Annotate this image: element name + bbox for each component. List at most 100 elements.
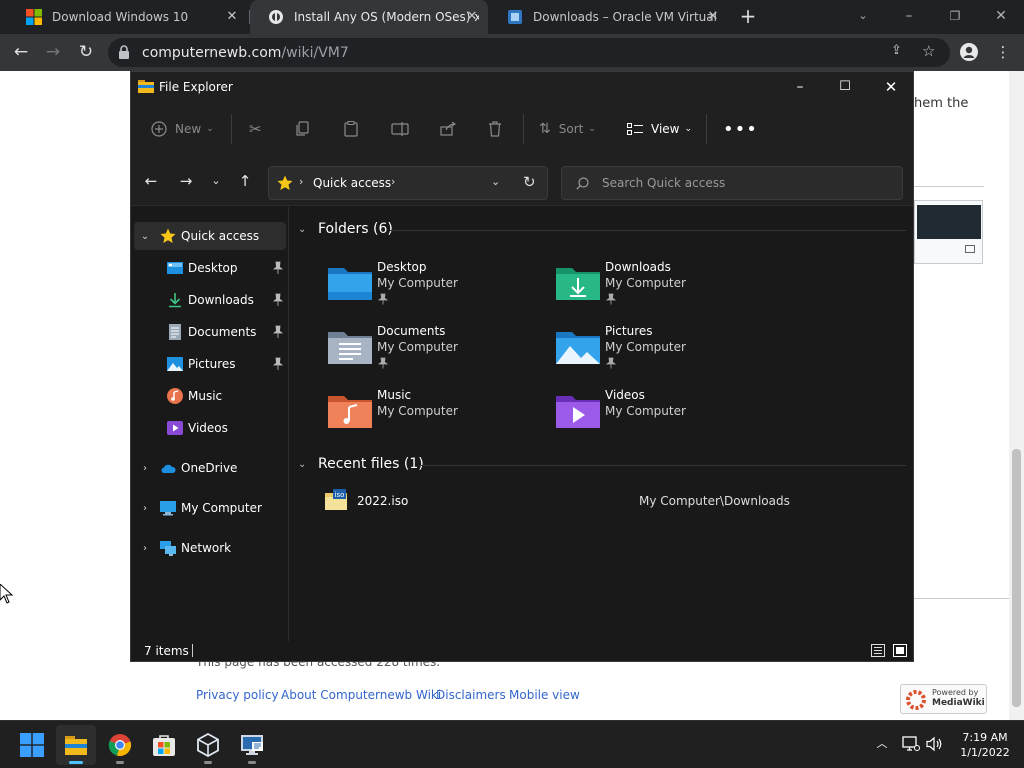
- taskbar-file-explorer[interactable]: [56, 725, 96, 765]
- chevron-down-icon[interactable]: ⌄: [298, 224, 312, 235]
- browser-back-button[interactable]: ←: [10, 41, 32, 63]
- close-tab-icon[interactable]: ✕: [224, 9, 240, 25]
- taskbar-windows-media-tool[interactable]: [232, 725, 272, 765]
- recent-locations-chevron-icon[interactable]: ⌄: [205, 170, 227, 192]
- powered-by-mediawiki-badge[interactable]: Powered by MediaWiki: [900, 684, 987, 714]
- breadcrumb-quick-access[interactable]: Quick access: [313, 176, 391, 190]
- sidebar-item-my-computer[interactable]: › My Computer: [131, 494, 287, 522]
- videos-folder-icon: [556, 396, 600, 428]
- back-button[interactable]: ←: [140, 170, 162, 192]
- footer-link-mobile-view[interactable]: Mobile view: [509, 688, 580, 702]
- footer-link-about[interactable]: About Computernewb Wiki: [281, 688, 441, 702]
- folder-tile-pictures[interactable]: Pictures My Computer: [555, 324, 775, 384]
- system-clock[interactable]: 7:19 AM 1/1/2022: [952, 730, 1018, 760]
- tray-overflow-chevron-icon[interactable]: ︿: [873, 735, 891, 753]
- close-tab-icon[interactable]: ✕: [705, 9, 721, 25]
- pin-icon[interactable]: [271, 261, 285, 275]
- profile-avatar-icon[interactable]: [960, 43, 978, 61]
- chevron-right-icon[interactable]: ›: [138, 503, 152, 514]
- tiles-view-icon[interactable]: [893, 644, 907, 657]
- explorer-titlebar[interactable]: File Explorer – ☐ ✕: [131, 72, 913, 102]
- sidebar-item-label: Network: [181, 541, 232, 555]
- address-history-chevron-icon[interactable]: ⌄: [491, 175, 500, 188]
- close-tab-icon[interactable]: ✕: [464, 9, 480, 25]
- share-icon[interactable]: ⇪: [891, 43, 902, 58]
- folder-tile-downloads[interactable]: Downloads My Computer: [555, 260, 775, 320]
- page-scrollbar[interactable]: [1009, 71, 1024, 720]
- chevron-right-icon[interactable]: ›: [138, 463, 152, 474]
- recent-files-section-header[interactable]: ⌄ Recent files (1): [298, 456, 424, 472]
- recent-file-row[interactable]: iso 2022.iso My Computer\Downloads: [310, 489, 900, 513]
- folder-tile-documents[interactable]: Documents My Computer: [327, 324, 547, 384]
- more-options-icon[interactable]: •••: [723, 118, 758, 140]
- browser-menu-icon[interactable]: ⋮: [992, 41, 1014, 63]
- enlarge-icon[interactable]: [965, 245, 975, 253]
- taskbar-chrome[interactable]: [100, 725, 140, 765]
- view-button[interactable]: View ⌄: [627, 118, 692, 140]
- forward-button[interactable]: →: [175, 170, 197, 192]
- bookmark-star-icon[interactable]: ☆: [922, 42, 935, 60]
- address-bar[interactable]: computernewb.com/wiki/VM7 ⇪ ☆: [108, 38, 950, 67]
- browser-reload-button[interactable]: ↻: [75, 41, 97, 63]
- sort-button[interactable]: ⇅ Sort ⌄: [539, 118, 596, 140]
- scrollbar-thumb[interactable]: [1012, 449, 1021, 707]
- copy-icon[interactable]: [296, 118, 310, 140]
- sidebar-item-onedrive[interactable]: › OneDrive: [131, 454, 287, 482]
- volume-icon[interactable]: [926, 736, 944, 752]
- browser-tab-download-windows[interactable]: Download Windows 10 ✕: [8, 0, 248, 34]
- pin-icon[interactable]: [271, 357, 285, 371]
- sidebar-item-quick-access[interactable]: ⌄ Quick access: [134, 222, 286, 250]
- footer-link-disclaimers[interactable]: Disclaimers: [436, 688, 506, 702]
- breadcrumb-chevron-icon[interactable]: ›: [391, 175, 395, 188]
- folders-section-header[interactable]: ⌄ Folders (6): [298, 221, 393, 237]
- taskbar-microsoft-store[interactable]: [144, 725, 184, 765]
- start-button[interactable]: [12, 725, 52, 765]
- sidebar-item-videos[interactable]: Videos: [131, 414, 287, 442]
- folder-tile-desktop[interactable]: Desktop My Computer: [327, 260, 547, 320]
- sidebar-item-pictures[interactable]: Pictures: [131, 350, 287, 378]
- details-view-icon[interactable]: [871, 644, 885, 657]
- documents-folder-icon: [328, 332, 372, 364]
- delete-icon[interactable]: [488, 118, 502, 140]
- pin-icon[interactable]: [271, 325, 285, 339]
- maximize-button[interactable]: ☐: [833, 76, 857, 98]
- svg-text:iso: iso: [335, 491, 345, 499]
- explorer-address-bar[interactable]: › Quick access › ⌄ ↻: [268, 166, 548, 200]
- browser-forward-button[interactable]: →: [42, 41, 64, 63]
- share-icon[interactable]: [440, 118, 456, 140]
- paste-icon[interactable]: [344, 118, 358, 140]
- taskbar-virtualbox[interactable]: [188, 725, 228, 765]
- tab-search-chevron-icon[interactable]: ⌄: [852, 6, 874, 26]
- sidebar-item-documents[interactable]: Documents: [131, 318, 287, 346]
- folder-tile-videos[interactable]: Videos My Computer: [555, 388, 775, 448]
- page-thumbnail[interactable]: [914, 200, 983, 264]
- footer-link-privacy[interactable]: Privacy policy: [196, 688, 279, 702]
- cut-icon[interactable]: ✂: [249, 118, 262, 140]
- new-button[interactable]: New ⌄: [151, 118, 214, 140]
- sidebar-item-music[interactable]: Music: [131, 382, 287, 410]
- sidebar-item-network[interactable]: › Network: [131, 534, 287, 562]
- browser-restore-button[interactable]: ❐: [944, 6, 966, 26]
- sidebar-item-label: Downloads: [188, 293, 254, 307]
- folder-tile-music[interactable]: Music My Computer: [327, 388, 547, 448]
- browser-minimize-button[interactable]: –: [898, 6, 920, 26]
- chevron-down-icon[interactable]: ⌄: [298, 459, 312, 470]
- minimize-button[interactable]: –: [788, 76, 812, 98]
- browser-tab-install-any-os[interactable]: Install Any OS (Modern OSes) x8 ✕: [250, 0, 488, 34]
- new-tab-button[interactable]: +: [738, 6, 758, 27]
- sidebar-item-desktop[interactable]: Desktop: [131, 254, 287, 282]
- browser-tab-virtualbox-downloads[interactable]: Downloads – Oracle VM VirtualB ✕: [489, 0, 729, 34]
- network-status-icon[interactable]: [902, 736, 920, 752]
- pin-icon[interactable]: [271, 293, 285, 307]
- rename-icon[interactable]: [391, 118, 409, 140]
- refresh-icon[interactable]: ↻: [523, 173, 536, 191]
- chevron-down-icon[interactable]: ⌄: [138, 231, 152, 242]
- pin-icon: [377, 357, 389, 369]
- chevron-right-icon[interactable]: ›: [138, 543, 152, 554]
- breadcrumb-separator-icon: ›: [299, 175, 304, 188]
- sidebar-item-downloads[interactable]: Downloads: [131, 286, 287, 314]
- search-box[interactable]: Search Quick access: [561, 166, 903, 200]
- browser-close-button[interactable]: ✕: [990, 6, 1012, 26]
- up-button[interactable]: ↑: [234, 170, 256, 192]
- close-button[interactable]: ✕: [879, 76, 903, 98]
